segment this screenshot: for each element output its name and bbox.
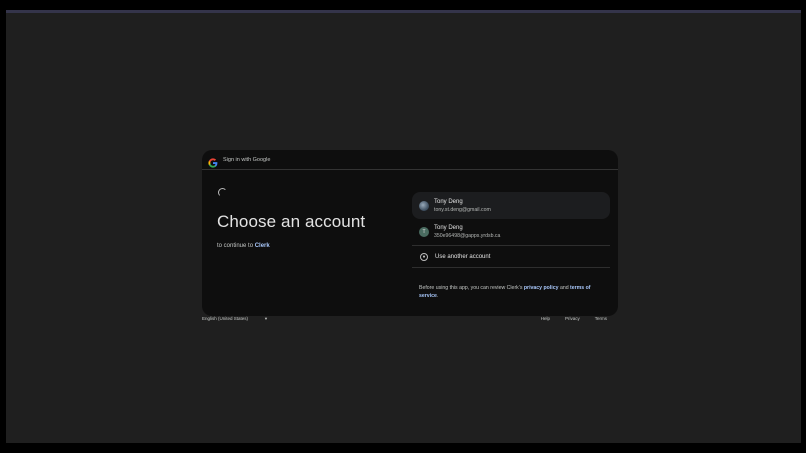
- subtitle-prefix: to continue to: [217, 243, 254, 249]
- page-title: Choose an account: [217, 212, 366, 231]
- footer: English (United States) ▼ Help Privacy T…: [202, 316, 607, 324]
- browser-screen: Sign in with Google Choose an account to…: [6, 10, 801, 443]
- account-item[interactable]: Tony Deng tony.st.deng@gmail.com: [412, 192, 610, 219]
- header-title: Sign in with Google: [223, 156, 271, 163]
- policy-notice: Before using this app, you can review Cl…: [419, 285, 591, 299]
- language-label: English (United States): [202, 316, 249, 321]
- account-email: 350e96498@gapps.yrdsb.ca: [434, 233, 501, 239]
- loading-spinner-icon: [218, 188, 227, 197]
- account-list: Tony Deng tony.st.deng@gmail.com T Tony …: [412, 192, 610, 268]
- continue-subtitle: to continue to Clerk: [217, 243, 270, 249]
- caret-down-icon: ▼: [264, 316, 268, 321]
- terms-link[interactable]: Terms: [595, 316, 607, 321]
- account-email: tony.st.deng@gmail.com: [434, 206, 491, 213]
- avatar: [419, 200, 429, 211]
- footer-links: Help Privacy Terms: [526, 316, 607, 321]
- account-name: Tony Deng: [434, 225, 463, 231]
- person-circle-icon: ●: [420, 252, 428, 261]
- app-name-link[interactable]: Clerk: [255, 243, 270, 249]
- sign-in-card: Sign in with Google Choose an account to…: [202, 150, 618, 316]
- privacy-policy-link[interactable]: privacy policy: [524, 285, 559, 291]
- account-name: Tony Deng: [434, 198, 463, 205]
- use-another-account-label: Use another account: [435, 253, 491, 260]
- help-link[interactable]: Help: [541, 316, 550, 321]
- use-another-account-button[interactable]: ● Use another account: [412, 246, 610, 268]
- language-select[interactable]: English (United States) ▼: [202, 316, 268, 321]
- avatar: T: [419, 227, 429, 237]
- card-header: Sign in with Google: [202, 150, 618, 170]
- privacy-link[interactable]: Privacy: [565, 316, 580, 321]
- account-item[interactable]: T Tony Deng 350e96498@gapps.yrdsb.ca: [412, 219, 610, 246]
- google-g-icon: [208, 155, 218, 168]
